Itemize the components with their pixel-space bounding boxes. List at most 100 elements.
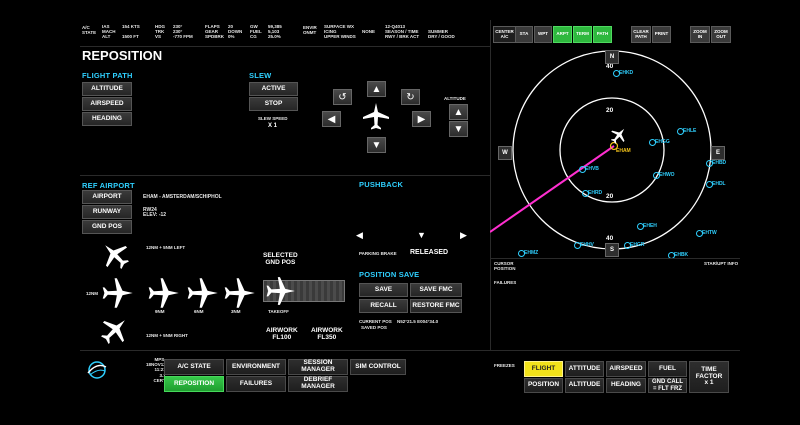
arrow-left-icon: ◀ <box>356 230 363 240</box>
divider <box>80 350 740 351</box>
icing-value: NONE <box>362 29 376 34</box>
failures-label: FAILURES <box>494 280 517 285</box>
zoom-out-button[interactable]: ZOOM OUT <box>711 26 731 43</box>
company-logo <box>87 361 107 379</box>
plane-left-offset-icon[interactable] <box>99 239 131 271</box>
airport-ehbd[interactable]: EHBD <box>705 160 726 167</box>
airport-ehkd[interactable]: EHKD <box>612 70 633 77</box>
east-button[interactable]: E <box>711 146 725 160</box>
south-button[interactable]: S <box>605 243 619 257</box>
airport-ehtw[interactable]: EHTW <box>696 230 717 237</box>
pushback-left-button[interactable]: ◀ <box>356 230 363 241</box>
pushback-title: PUSHBACK <box>359 180 404 189</box>
pushback-right-button[interactable]: ▶ <box>460 230 467 241</box>
path-button[interactable]: PATH <box>593 26 612 43</box>
star-upt-info-label: STAR/UPT INFO <box>704 261 739 266</box>
arrow-right-icon: ▶ <box>460 230 467 240</box>
airport-ehhv[interactable]: EHHV <box>574 242 594 249</box>
zoom-in-button[interactable]: ZOOM IN <box>690 26 710 43</box>
sta-button[interactable]: STA <box>515 26 533 43</box>
airport-ehrd[interactable]: EHRD <box>581 190 602 197</box>
plane-9nm-icon[interactable] <box>147 276 181 310</box>
airport-ehvb[interactable]: EHVB <box>579 166 599 173</box>
navigation-map[interactable] <box>490 47 740 260</box>
airport-ehle[interactable]: EHLE <box>676 128 696 135</box>
plane-takeoff-icon[interactable] <box>265 275 297 307</box>
plane-right-offset-icon[interactable] <box>99 314 131 346</box>
west-button[interactable]: W <box>498 146 512 160</box>
slew-back-button[interactable]: ▼ <box>367 137 386 153</box>
parking-brake-state[interactable]: RELEASED <box>410 249 448 256</box>
north-button[interactable]: N <box>605 50 619 64</box>
cg-value: 25.0% <box>268 34 281 40</box>
gnd-pos-button[interactable]: GND POS <box>82 220 132 234</box>
slew-right-button[interactable]: ▶ <box>412 111 431 127</box>
airport-ehmz[interactable]: EHMZ <box>517 250 538 257</box>
airwork-fl100-label[interactable]: AIRWORK FL100 <box>266 327 298 342</box>
save-fmc-button[interactable]: SAVE FMC <box>410 283 462 297</box>
position-freeze-button[interactable]: POSITION <box>524 378 563 393</box>
gnd-call-button[interactable]: GND CALL = FLT FRZ <box>648 378 687 393</box>
plane-3nm-icon[interactable] <box>223 276 257 310</box>
fuel-freeze-button[interactable]: FUEL <box>648 361 687 377</box>
slew-stop-button[interactable]: STOP <box>249 97 298 111</box>
ring-label-inner-top: 20 <box>606 107 614 114</box>
airport-ehgr[interactable]: EHGR <box>623 242 644 249</box>
arrow-up-icon: ▲ <box>371 83 382 95</box>
pushback-straight-button[interactable]: ▼ <box>417 230 426 240</box>
slew-left-button[interactable]: ◀ <box>322 111 341 127</box>
altitude-freeze-button[interactable]: ALTITUDE <box>565 378 604 393</box>
save-button[interactable]: SAVE <box>359 283 408 297</box>
header-col-1-values: 154 KTS 1500 FT <box>122 24 140 39</box>
nav-session-manager-button[interactable]: SESSION MANAGER <box>288 359 348 375</box>
runway-button[interactable]: RUNWAY <box>82 205 132 219</box>
airport-eham[interactable]: EHAM <box>616 148 631 154</box>
slew-rotate-left-button[interactable]: ↺ <box>333 89 352 105</box>
time-factor-button[interactable]: TIME FACTOR x 1 <box>689 361 729 393</box>
airspeed-button[interactable]: AIRSPEED <box>82 97 132 111</box>
nav-debrief-manager-button[interactable]: DEBRIEF MANAGER <box>288 376 348 392</box>
parking-brake-label: PARKING BRAKE <box>359 251 397 256</box>
ring-label-outer-bottom: 40 <box>606 235 614 242</box>
divider <box>490 258 740 259</box>
term-button[interactable]: TERM <box>573 26 592 43</box>
nav-environment-button[interactable]: ENVIRONMENT <box>226 359 286 375</box>
slew-forward-button[interactable]: ▲ <box>367 81 386 97</box>
heading-button[interactable]: HEADING <box>82 112 132 126</box>
restore-fmc-button[interactable]: RESTORE FMC <box>410 299 462 313</box>
recall-button[interactable]: RECALL <box>359 299 408 313</box>
airspeed-freeze-button[interactable]: AIRSPEED <box>606 361 646 377</box>
airwork-fl350-label[interactable]: AIRWORK FL350 <box>311 327 343 342</box>
attitude-freeze-button[interactable]: ATTITUDE <box>565 361 604 377</box>
altitude-button[interactable]: ALTITUDE <box>82 82 132 96</box>
nav-sim-control-button[interactable]: SIM CONTROL <box>350 359 406 375</box>
plane-6nm-icon[interactable] <box>186 276 220 310</box>
nav-failures-button[interactable]: FAILURES <box>226 376 286 392</box>
approach-6nm-label: 6NM <box>194 309 204 314</box>
cg-label: CG <box>250 34 257 40</box>
airport-ehdl[interactable]: EHDL <box>706 181 726 188</box>
nav-reposition-button[interactable]: REPOSITION <box>164 376 224 392</box>
center-ac-button[interactable]: CENTER A/C <box>493 26 516 43</box>
heading-freeze-button[interactable]: HEADING <box>606 378 646 393</box>
plane-12nm-icon[interactable] <box>101 276 135 310</box>
slew-active-button[interactable]: ACTIVE <box>249 82 298 96</box>
flight-freeze-button[interactable]: FLIGHT <box>524 361 563 377</box>
airport-ehgg[interactable]: EHGG <box>649 139 670 146</box>
clear-path-button[interactable]: CLEAR PATH <box>631 26 651 43</box>
nav-ac-state-button[interactable]: A/C STATE <box>164 359 224 375</box>
airport-eheh[interactable]: EHEH <box>637 223 657 230</box>
arrow-up-icon: ▲ <box>453 106 464 118</box>
altitude-down-button[interactable]: ▼ <box>449 121 468 137</box>
altitude-up-button[interactable]: ▲ <box>449 104 468 120</box>
elevation-value: ELEV: -12 <box>143 212 167 218</box>
print-button[interactable]: PRINT <box>652 26 671 43</box>
divider <box>80 175 490 176</box>
wpt-button[interactable]: WPT <box>534 26 552 43</box>
airport-button[interactable]: AIRPORT <box>82 190 132 204</box>
airport-ehwo[interactable]: EHWO <box>653 172 675 179</box>
ac-state-label: A/C STATE <box>82 25 97 36</box>
slew-rotate-right-button[interactable]: ↻ <box>401 89 420 105</box>
header-col-5-values: NONE <box>362 24 375 34</box>
arpt-button[interactable]: ARPT <box>553 26 572 43</box>
